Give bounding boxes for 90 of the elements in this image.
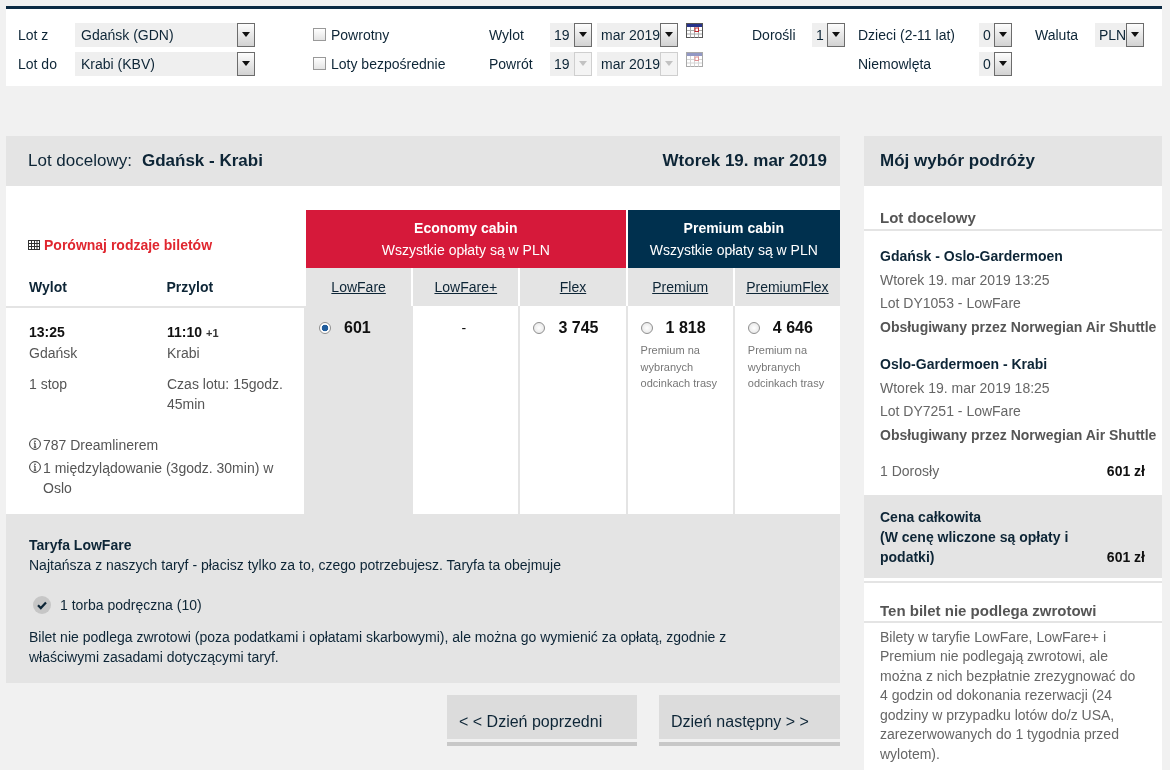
field-label: Waluta bbox=[1035, 26, 1079, 43]
passenger-label: 1 Dorosły bbox=[880, 462, 940, 481]
field-label: Dzieci (2-11 lat) bbox=[858, 26, 955, 43]
day-offset: +1 bbox=[206, 326, 219, 341]
section-title: Lot docelowy bbox=[880, 209, 976, 226]
fare-note: Premium na wybranych odcinkach trasy bbox=[747, 343, 826, 391]
segment-route: Oslo-Gardermoen - Krabi bbox=[880, 355, 1048, 374]
route-title: Gdańsk - Krabi bbox=[141, 151, 263, 171]
caret-icon bbox=[237, 22, 255, 47]
dropdown[interactable]: Krabi (KBV) bbox=[75, 51, 255, 76]
fare-price: 4 646 bbox=[772, 319, 813, 337]
total-price: 601 zł bbox=[1106, 547, 1145, 567]
dropdown[interactable]: PLN bbox=[1095, 22, 1144, 47]
segment-datetime: Wtorek 19. mar 2019 13:25 bbox=[880, 270, 1050, 290]
check-circle-icon bbox=[33, 596, 51, 614]
departure-time: 13:25 bbox=[29, 323, 66, 342]
fare-description: Najtańsza z naszych taryf - płacisz tylko za to, czego potrzebujesz. Taryfa ta obejmuje bbox=[29, 556, 561, 575]
radio-button[interactable] bbox=[747, 322, 760, 334]
fare-price: 601 bbox=[344, 319, 371, 337]
caret-icon bbox=[994, 51, 1012, 76]
info-icon bbox=[29, 438, 41, 450]
fare-note: Premium na wybranych odcinkach trasy bbox=[640, 343, 719, 391]
checkbox-label: Loty bezpośrednie bbox=[331, 55, 446, 72]
cabin-name: Economy cabin bbox=[414, 219, 518, 238]
field-label: Powrót bbox=[489, 55, 533, 72]
segment-operator: Obsługiwany przez Norwegian Air Shuttle bbox=[880, 317, 1157, 337]
caret-icon bbox=[827, 22, 845, 47]
caret-icon bbox=[660, 22, 679, 47]
caret-icon bbox=[1126, 22, 1145, 47]
section-label: Lot docelowy: bbox=[28, 151, 132, 171]
cabin-note: Wszystkie opłaty są w PLN bbox=[381, 241, 550, 260]
caret-icon bbox=[574, 51, 592, 76]
field-label: Dorośli bbox=[752, 26, 796, 43]
fare-price: 1 818 bbox=[665, 319, 706, 337]
stops-text: 1 stop bbox=[29, 375, 69, 394]
segment-datetime: Wtorek 19. mar 2019 18:25 bbox=[880, 378, 1050, 398]
fare-cell[interactable]: 601 bbox=[304, 306, 412, 514]
column-header: Wylot bbox=[29, 279, 68, 295]
dropdown[interactable]: mar 2019 bbox=[597, 22, 678, 47]
arrival-city: Krabi bbox=[167, 344, 201, 363]
caret-icon bbox=[660, 51, 679, 76]
segment-flight: Lot DY7251 - LowFare bbox=[880, 402, 1021, 421]
dropdown[interactable]: Gdańsk (GDN) bbox=[75, 22, 255, 47]
field-label: Lot z bbox=[18, 26, 49, 43]
checkbox-label: Powrotny bbox=[331, 26, 390, 43]
segment-operator: Obsługiwany przez Norwegian Air Shuttle bbox=[880, 425, 1157, 445]
passenger-price: 601 zł bbox=[1106, 462, 1145, 481]
field-label: Niemowlęta bbox=[858, 55, 932, 72]
caret-icon bbox=[574, 22, 592, 47]
dropdown[interactable]: 19 bbox=[550, 22, 592, 47]
fare-title: Taryfa LowFare bbox=[29, 536, 132, 555]
caret-icon bbox=[994, 22, 1012, 47]
calendar-icon[interactable] bbox=[686, 23, 703, 38]
fare-type-link[interactable]: Flex bbox=[559, 279, 587, 295]
radio-button[interactable] bbox=[533, 322, 546, 334]
checkbox[interactable] bbox=[313, 57, 326, 70]
compare-fares-link[interactable]: Porównaj rodzaje biletów bbox=[44, 237, 213, 253]
radio-button[interactable] bbox=[640, 322, 653, 334]
unavailable-mark: - bbox=[461, 319, 467, 338]
dropdown[interactable]: 0 bbox=[979, 22, 1012, 47]
column-header: Przylot bbox=[166, 279, 215, 295]
next-day-button[interactable]: Dzień następny > > bbox=[659, 695, 840, 746]
cabin-name: Premium cabin bbox=[683, 219, 784, 238]
fare-price: 3 745 bbox=[558, 319, 599, 337]
included-item: 1 torba podręczna (10) bbox=[60, 596, 202, 615]
total-label: Cena całkowita bbox=[880, 507, 983, 527]
flight-duration: Czas lotu: 15godz. 45min bbox=[167, 375, 284, 414]
field-label: Wylot bbox=[489, 26, 524, 43]
segment-route: Gdańsk - Oslo-Gardermoen bbox=[880, 247, 1063, 266]
departure-city: Gdańsk bbox=[29, 344, 79, 363]
radio-button[interactable] bbox=[319, 322, 331, 334]
refund-text: Bilety w taryfie LowFare, LowFare+ i Premium nie podlegają zwrotowi, ale można z nich bezpłatnie zrezygnować do 4 godzin od dokonania rezerwacji (24 godziny w przypadku lotów do/z USA, zarezerwowanych do 1 tygodnia przed wylotem). bbox=[879, 627, 1137, 765]
flight-note: 1 międzylądowanie (3godz. 30min) w Oslo bbox=[43, 459, 275, 498]
summary-title: Mój wybór podróży bbox=[880, 151, 1035, 171]
grid-icon bbox=[28, 240, 40, 250]
previous-day-button[interactable]: < < Dzień poprzedni bbox=[447, 695, 637, 746]
dropdown[interactable]: 0 bbox=[979, 51, 1012, 76]
arrival-time: 11:10 bbox=[167, 323, 203, 342]
fare-conditions: Bilet nie podlega zwrotowi (poza podatkami i opłatami skarbowymi), ale można go wymienić za opłatą, zgodnie z właściwymi zasadami dotyczącymi taryf. bbox=[29, 628, 728, 667]
total-note: (W cenę wliczone są opłaty i podatki) bbox=[880, 527, 1070, 567]
caret-icon bbox=[237, 51, 255, 76]
info-icon bbox=[29, 461, 41, 473]
segment-flight: Lot DY1053 - LowFare bbox=[880, 294, 1021, 313]
flight-note: 787 Dreamlinerem bbox=[43, 436, 159, 455]
flight-date: Wtorek 19. mar 2019 bbox=[662, 151, 827, 171]
refund-title: Ten bilet nie podlega zwrotowi bbox=[880, 601, 1097, 619]
field-label: Lot do bbox=[18, 55, 57, 72]
cabin-note: Wszystkie opłaty są w PLN bbox=[649, 241, 818, 260]
dropdown[interactable]: 1 bbox=[812, 22, 845, 47]
checkbox[interactable] bbox=[313, 28, 326, 41]
